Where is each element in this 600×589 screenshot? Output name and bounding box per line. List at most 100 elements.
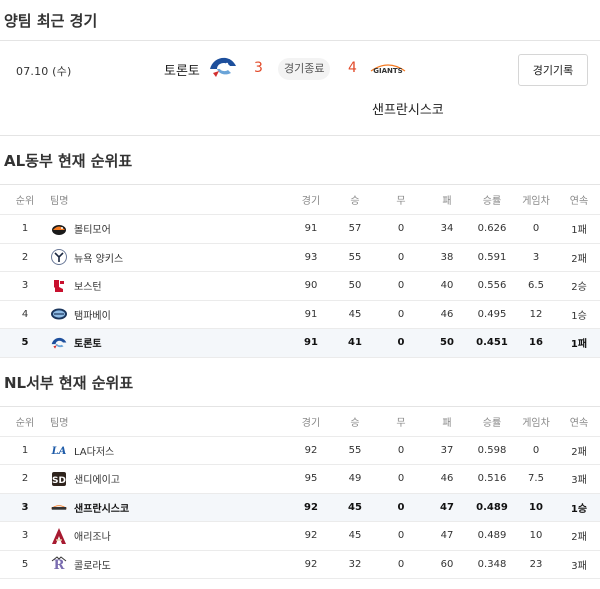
gb-cell: 10 (514, 493, 558, 522)
pct-cell: 0.516 (470, 464, 514, 494)
table-row[interactable]: 2 뉴욕 양키스 93 55 0 38 0.591 3 2패 (0, 243, 600, 272)
wins-cell: 57 (332, 214, 378, 244)
streak-cell: 1패 (558, 328, 600, 358)
table-row[interactable]: 4 탬파베이 91 45 0 46 0.495 12 1승 (0, 300, 600, 329)
draws-cell: 0 (378, 436, 424, 465)
gb-cell: 7.5 (514, 464, 558, 494)
orioles-logo (50, 220, 68, 238)
wins-cell: 45 (332, 300, 378, 329)
table-row[interactable]: 3 보스턴 90 50 0 40 0.556 6.5 2승 (0, 271, 600, 301)
team-name[interactable]: LA다저스 (74, 443, 114, 458)
game-status-badge: 경기종료 (278, 58, 331, 80)
streak-cell: 3패 (558, 550, 600, 579)
padres-logo: SD (50, 470, 68, 488)
rank-cell: 5 (0, 328, 50, 358)
team-b-score: 4 (348, 60, 357, 76)
team-cell: 애리조나 (50, 521, 290, 551)
col-header-gb: 게임차 (514, 405, 558, 437)
team-name[interactable]: 볼티모어 (74, 221, 111, 236)
table-row[interactable]: 3 샌프란시스코 92 45 0 47 0.489 10 1승 (0, 493, 600, 522)
gb-cell: 10 (514, 521, 558, 551)
team-name[interactable]: 애리조나 (74, 528, 111, 543)
streak-cell: 1패 (558, 214, 600, 244)
streak-cell: 2패 (558, 243, 600, 272)
streak-cell: 1승 (558, 300, 600, 329)
draws-cell: 0 (378, 271, 424, 301)
table-row[interactable]: 1 볼티모어 91 57 0 34 0.626 0 1패 (0, 214, 600, 244)
pct-cell: 0.451 (470, 328, 514, 358)
giants-logo (50, 498, 68, 516)
col-header-gb: 게임차 (514, 184, 558, 215)
losses-cell: 46 (424, 464, 470, 494)
svg-text:GIANTS: GIANTS (373, 67, 402, 75)
draws-cell: 0 (378, 493, 424, 522)
rank-cell: 5 (0, 550, 50, 579)
svg-text:LA: LA (51, 446, 67, 457)
game-date: 07.10 (수) (16, 65, 72, 78)
rays-logo (50, 305, 68, 323)
team-cell: LA LA다저스 (50, 436, 290, 465)
yankees-logo (50, 248, 68, 266)
pct-cell: 0.591 (470, 243, 514, 272)
streak-cell: 2패 (558, 436, 600, 465)
table-row[interactable]: 5 R 콜로라도 92 32 0 60 0.348 23 3패 (0, 550, 600, 579)
table-row[interactable]: 3 애리조나 92 45 0 47 0.489 10 2패 (0, 521, 600, 551)
losses-cell: 38 (424, 243, 470, 272)
rank-cell: 3 (0, 493, 50, 522)
team-name[interactable]: 샌프란시스코 (74, 500, 129, 515)
col-header-pct: 승률 (470, 405, 514, 437)
games-cell: 92 (290, 436, 332, 465)
streak-cell: 1승 (558, 493, 600, 522)
gb-cell: 0 (514, 214, 558, 244)
losses-cell: 47 (424, 493, 470, 522)
nl-west-table: 순위 팀명 경기 승 무 패 승률 게임차 연속 1 LA LA다저스 92 55 0 37… (0, 405, 600, 580)
team-name[interactable]: 탬파베이 (74, 307, 111, 322)
col-header-wins: 승 (332, 405, 378, 437)
col-header-draws: 무 (378, 184, 424, 215)
table-row[interactable]: 5 토론토 91 41 0 50 0.451 16 1패 (0, 328, 600, 358)
col-header-games: 경기 (290, 405, 332, 437)
team-cell: SD 샌디에이고 (50, 464, 290, 494)
streak-cell: 2패 (558, 521, 600, 551)
wins-cell: 55 (332, 436, 378, 465)
games-cell: 90 (290, 271, 332, 301)
rank-cell: 1 (0, 436, 50, 465)
gb-cell: 16 (514, 328, 558, 358)
rank-cell: 3 (0, 271, 50, 301)
pct-cell: 0.495 (470, 300, 514, 329)
rockies-logo: R (50, 555, 68, 573)
wins-cell: 41 (332, 328, 378, 358)
table-header-row: 순위 팀명 경기 승 무 패 승률 게임차 연속 (0, 405, 600, 437)
red-sox-logo (50, 277, 68, 295)
blue-jays-logo (207, 54, 239, 84)
wins-cell: 55 (332, 243, 378, 272)
col-header-losses: 패 (424, 405, 470, 437)
team-name[interactable]: 뉴욕 양키스 (74, 250, 123, 265)
team-a-name: 토론토 (164, 64, 200, 79)
games-cell: 91 (290, 300, 332, 329)
game-record-button[interactable]: 경기기록 (518, 54, 588, 86)
table-row[interactable]: 2 SD 샌디에이고 95 49 0 46 0.516 7.5 3패 (0, 464, 600, 494)
col-header-streak: 연속 (558, 405, 600, 437)
col-header-draws: 무 (378, 405, 424, 437)
losses-cell: 46 (424, 300, 470, 329)
col-header-pct: 승률 (470, 184, 514, 215)
team-name[interactable]: 보스턴 (74, 278, 102, 293)
pct-cell: 0.556 (470, 271, 514, 301)
draws-cell: 0 (378, 214, 424, 244)
rank-cell: 2 (0, 243, 50, 272)
gb-cell: 23 (514, 550, 558, 579)
col-header-team: 팀명 (50, 405, 290, 437)
team-name[interactable]: 샌디에이고 (74, 471, 120, 486)
svg-text:SD: SD (52, 476, 66, 486)
al-east-standings: AL동부 현재 순위표 순위 팀명 경기 승 무 패 승률 게임차 연속 1 볼티… (0, 136, 600, 358)
losses-cell: 34 (424, 214, 470, 244)
team-name[interactable]: 토론토 (74, 335, 102, 350)
draws-cell: 0 (378, 464, 424, 494)
table-row[interactable]: 1 LA LA다저스 92 55 0 37 0.598 0 2패 (0, 436, 600, 465)
al-east-table: 순위 팀명 경기 승 무 패 승률 게임차 연속 1 볼티모어 91 57 0 34 0.6… (0, 184, 600, 358)
team-name[interactable]: 콜로라도 (74, 557, 111, 572)
pct-cell: 0.489 (470, 521, 514, 551)
team-cell: 볼티모어 (50, 214, 290, 244)
draws-cell: 0 (378, 521, 424, 551)
